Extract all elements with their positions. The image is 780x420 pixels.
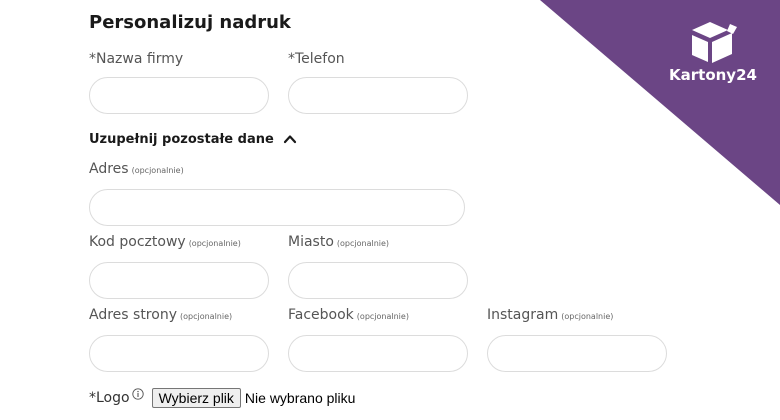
postal-code-optional-hint: (opcjonalnie) <box>188 239 241 248</box>
box-icon <box>692 22 737 63</box>
phone-label: *Telefon <box>288 51 345 67</box>
more-data-toggle[interactable]: Uzupełnij pozostałe dane <box>89 131 298 147</box>
instagram-optional-hint: (opcjonalnie) <box>561 312 614 321</box>
phone-input[interactable] <box>288 77 468 114</box>
city-label: Miasto (opcjonalnie) <box>288 234 390 250</box>
address-label: Adres (opcjonalnie) <box>89 161 184 177</box>
facebook-label: Facebook (opcjonalnie) <box>288 307 409 323</box>
company-input[interactable] <box>89 77 269 114</box>
info-icon[interactable] <box>131 388 144 400</box>
city-optional-hint: (opcjonalnie) <box>336 239 390 248</box>
brand-banner <box>540 0 780 205</box>
facebook-optional-hint: (opcjonalnie) <box>356 312 409 321</box>
brand-name[interactable]: Kartony24 <box>669 66 757 84</box>
chevron-up-icon <box>283 135 296 144</box>
postal-code-input[interactable] <box>89 262 269 299</box>
website-optional-hint: (opcjonalnie) <box>179 312 233 321</box>
website-label: Adres strony (opcjonalnie) <box>89 307 233 323</box>
file-status-text: Nie wybrano pliku <box>244 390 356 406</box>
logo-label: *Logo <box>89 390 130 406</box>
facebook-input[interactable] <box>288 335 468 372</box>
website-input[interactable] <box>89 335 269 372</box>
company-label: *Nazwa firmy <box>89 51 184 67</box>
form-title: Personalizuj nadruk <box>89 12 291 33</box>
choose-file-button[interactable]: Wybierz plik <box>151 388 241 408</box>
instagram-input[interactable] <box>487 335 667 372</box>
brand-banner-shape <box>540 0 780 205</box>
more-data-toggle-label: Uzupełnij pozostałe dane <box>89 131 274 147</box>
city-input[interactable] <box>288 262 468 299</box>
address-input[interactable] <box>89 189 465 226</box>
postal-code-label: Kod pocztowy (opcjonalnie) <box>89 234 241 250</box>
address-optional-hint: (opcjonalnie) <box>131 166 184 175</box>
logo-upload-row: *Logo Wybierz plik Nie wybrano pliku <box>89 388 355 408</box>
instagram-label: Instagram (opcjonalnie) <box>487 307 614 323</box>
